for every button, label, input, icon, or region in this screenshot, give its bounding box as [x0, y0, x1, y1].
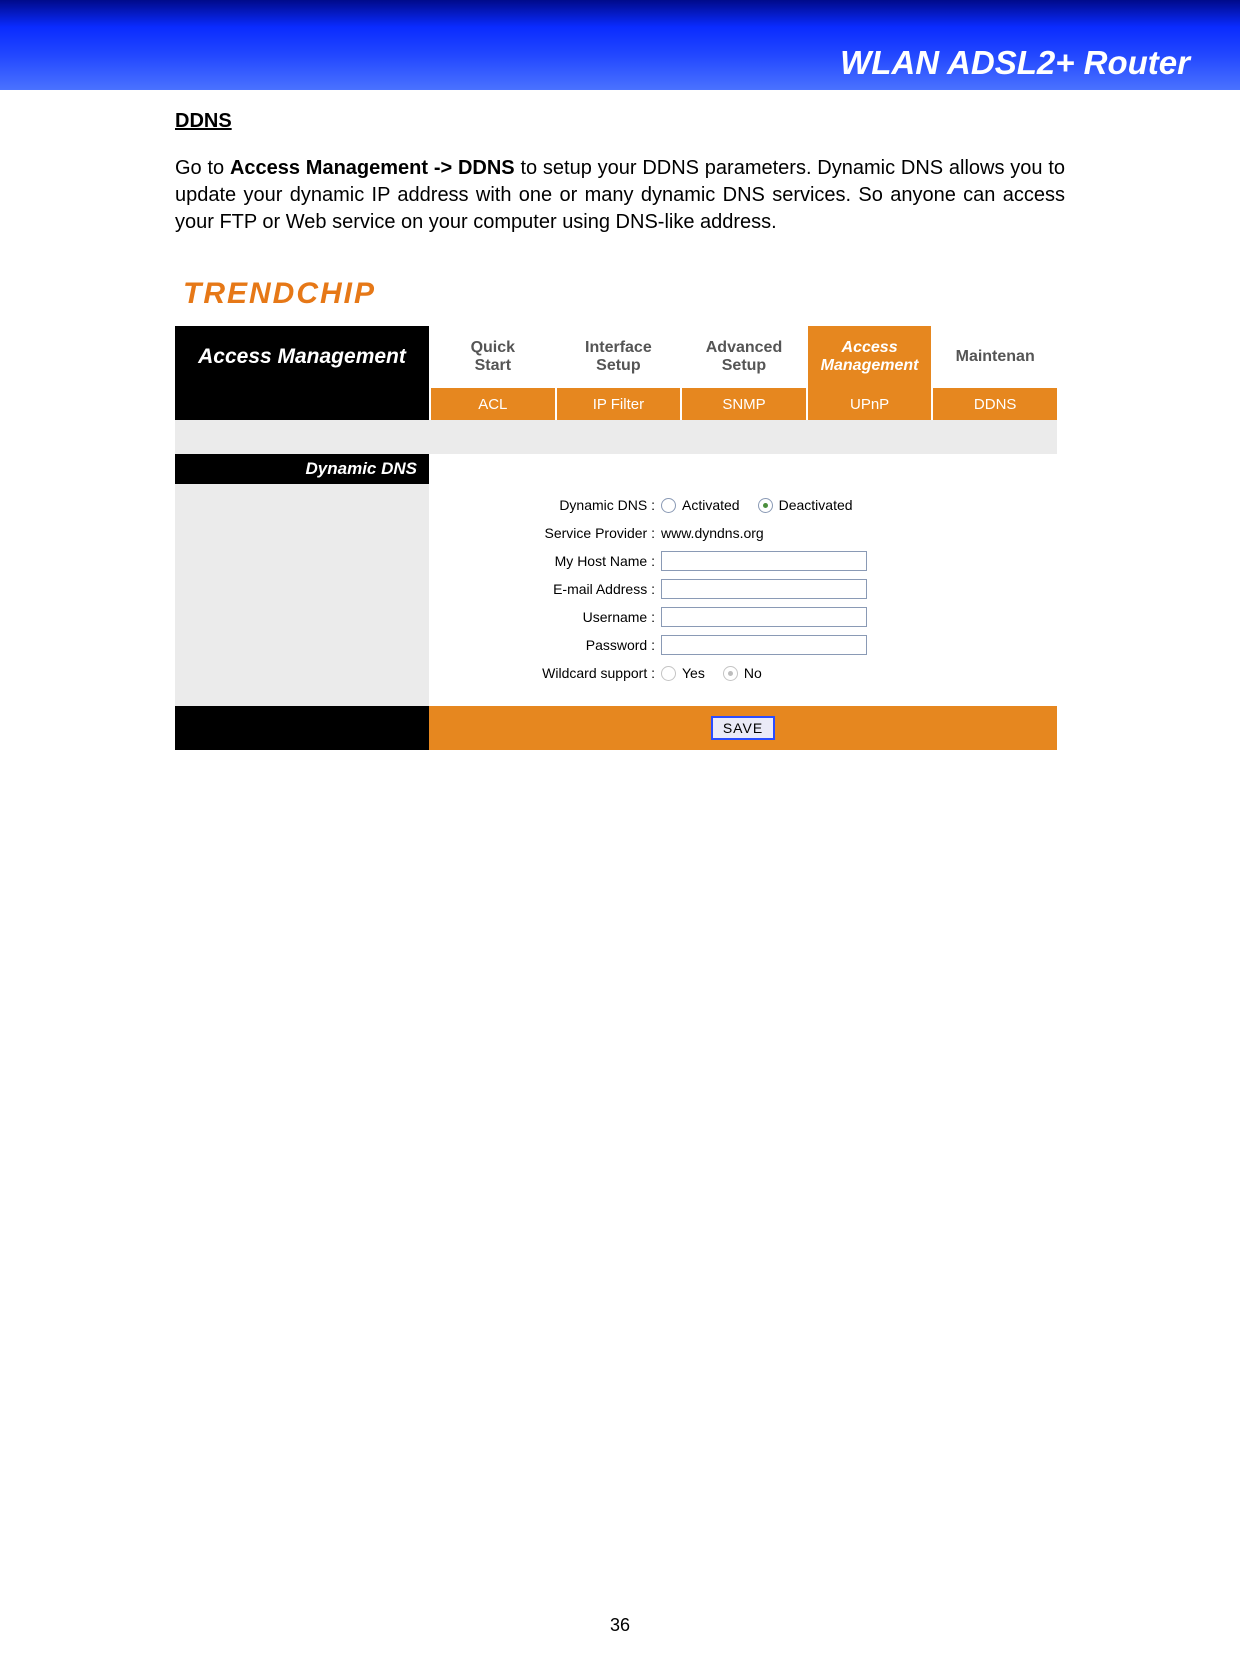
value-service-provider: www.dyndns.org — [661, 525, 764, 541]
footer-left — [175, 706, 429, 750]
tab-maintenance[interactable]: Maintenan — [931, 326, 1057, 388]
value-email — [661, 579, 867, 599]
label-wildcard: Wildcard support : — [439, 665, 661, 681]
router-screenshot: TRENDCHIP Access Management Quick Start … — [175, 264, 1057, 750]
footer-row: SAVE — [175, 706, 1057, 750]
row-dynamic-dns: Dynamic DNS : Activated Deactivated — [439, 492, 1047, 518]
subtab-upnp[interactable]: UPnP — [806, 388, 932, 420]
subtab-snmp[interactable]: SNMP — [680, 388, 806, 420]
nav-current-section: Access Management — [175, 326, 429, 388]
page-number: 36 — [0, 1615, 1240, 1636]
page-header: WLAN ADSL2+ Router — [0, 0, 1240, 90]
row-email: E-mail Address : — [439, 576, 1047, 602]
nav-primary-row: Access Management Quick Start Interface … — [175, 324, 1057, 388]
radio-deactivated[interactable] — [758, 498, 773, 513]
tab-access-management[interactable]: Access Management — [806, 326, 932, 388]
router-logo: TRENDCHIP — [175, 264, 1057, 324]
footer-right: SAVE — [429, 706, 1057, 750]
radio-wildcard-yes[interactable] — [661, 666, 676, 681]
input-host-name[interactable] — [661, 551, 867, 571]
value-username — [661, 607, 867, 627]
value-host-name — [661, 551, 867, 571]
form-area: Dynamic DNS : Activated Deactivated Serv… — [175, 484, 1057, 706]
subtabs: ACL IP Filter SNMP UPnP DDNS — [429, 388, 1057, 420]
page-body: DDNS Go to Access Management -> DDNS to … — [175, 110, 1065, 750]
save-button[interactable]: SAVE — [711, 716, 775, 740]
nav-secondary-row: ACL IP Filter SNMP UPnP DDNS — [175, 388, 1057, 420]
value-wildcard: Yes No — [661, 665, 762, 681]
radio-deactivated-label: Deactivated — [779, 497, 853, 513]
row-wildcard: Wildcard support : Yes No — [439, 660, 1047, 686]
label-dynamic-dns: Dynamic DNS : — [439, 497, 661, 513]
label-username: Username : — [439, 609, 661, 625]
section-title-row: Dynamic DNS — [175, 454, 1057, 484]
radio-activated-label: Activated — [682, 497, 740, 513]
label-email: E-mail Address : — [439, 581, 661, 597]
label-password: Password : — [439, 637, 661, 653]
nav-tabs: Quick Start Interface Setup Advanced Set… — [429, 326, 1057, 388]
row-service-provider: Service Provider : www.dyndns.org — [439, 520, 1047, 546]
gap-row — [175, 420, 1057, 454]
section-heading: DDNS — [175, 110, 1065, 133]
body-text-bold: Access Management -> DDNS — [230, 157, 515, 179]
header-title: WLAN ADSL2+ Router — [840, 44, 1190, 82]
section-title-spacer — [429, 454, 1057, 484]
input-email[interactable] — [661, 579, 867, 599]
form-left-gutter — [175, 484, 429, 706]
router-logo-text: TRENDCHIP — [183, 277, 376, 311]
label-service-provider: Service Provider : — [439, 525, 661, 541]
subtab-ddns[interactable]: DDNS — [931, 388, 1057, 420]
radio-wildcard-no[interactable] — [723, 666, 738, 681]
input-password[interactable] — [661, 635, 867, 655]
subtab-ip-filter[interactable]: IP Filter — [555, 388, 681, 420]
value-dynamic-dns: Activated Deactivated — [661, 497, 853, 513]
label-host-name: My Host Name : — [439, 553, 661, 569]
input-username[interactable] — [661, 607, 867, 627]
section-body: Go to Access Management -> DDNS to setup… — [175, 155, 1065, 236]
row-username: Username : — [439, 604, 1047, 630]
radio-wildcard-no-label: No — [744, 665, 762, 681]
row-host-name: My Host Name : — [439, 548, 1047, 574]
tab-quick-start[interactable]: Quick Start — [429, 326, 555, 388]
value-password — [661, 635, 867, 655]
radio-wildcard-yes-label: Yes — [682, 665, 705, 681]
form-fields: Dynamic DNS : Activated Deactivated Serv… — [429, 484, 1057, 706]
tab-interface-setup[interactable]: Interface Setup — [555, 326, 681, 388]
tab-advanced-setup[interactable]: Advanced Setup — [680, 326, 806, 388]
nav-secondary-left — [175, 388, 429, 420]
radio-activated[interactable] — [661, 498, 676, 513]
subtab-acl[interactable]: ACL — [429, 388, 555, 420]
row-password: Password : — [439, 632, 1047, 658]
body-text-pre: Go to — [175, 157, 230, 179]
section-title: Dynamic DNS — [175, 454, 429, 484]
